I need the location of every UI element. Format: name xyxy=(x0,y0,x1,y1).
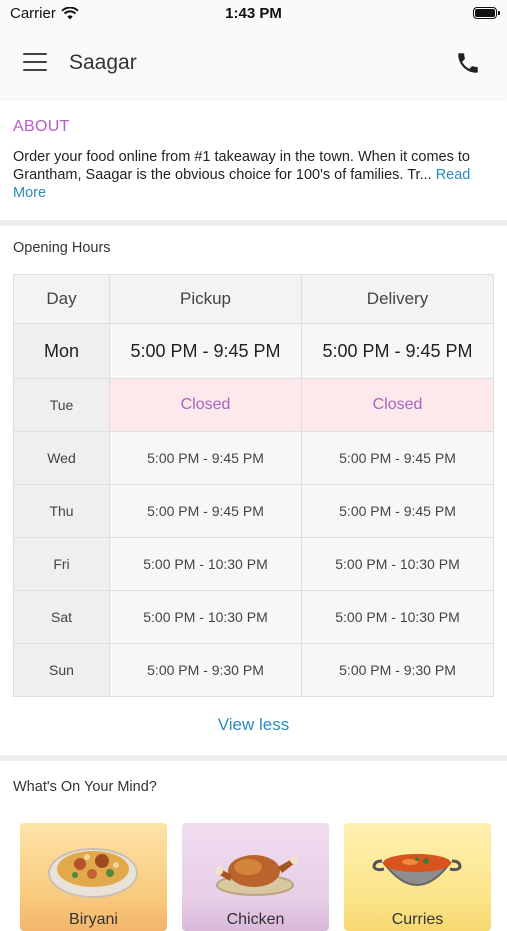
pickup-cell: 5:00 PM - 9:45 PM xyxy=(109,431,302,485)
about-description: Order your food online from #1 takeaway … xyxy=(13,148,494,202)
table-row: Thu 5:00 PM - 9:45 PM 5:00 PM - 9:45 PM xyxy=(13,484,494,538)
table-row: Tue Closed Closed xyxy=(13,378,494,432)
category-label: Curries xyxy=(391,911,444,928)
category-card-biryani[interactable]: Biryani xyxy=(20,823,167,931)
about-heading: ABOUT xyxy=(13,118,70,135)
hamburger-menu-icon[interactable] xyxy=(23,53,47,71)
curry-pot-icon xyxy=(372,854,462,886)
table-row: Sun 5:00 PM - 9:30 PM 5:00 PM - 9:30 PM xyxy=(13,643,494,697)
phone-icon[interactable] xyxy=(455,50,481,76)
table-row: Sat 5:00 PM - 10:30 PM 5:00 PM - 10:30 P… xyxy=(13,590,494,644)
delivery-cell: 5:00 PM - 9:45 PM xyxy=(301,484,494,538)
table-header-row: Day Pickup Delivery xyxy=(13,274,494,324)
pickup-cell: 5:00 PM - 9:30 PM xyxy=(109,643,302,697)
delivery-cell: 5:00 PM - 10:30 PM xyxy=(301,590,494,644)
whats-on-your-mind-section: What's On Your Mind? Biryani Chicken Cur… xyxy=(0,761,507,931)
day-cell: Wed xyxy=(13,431,110,485)
pickup-cell: 5:00 PM - 10:30 PM xyxy=(109,590,302,644)
category-card-chicken[interactable]: Chicken xyxy=(182,823,329,931)
app-header: Saagar xyxy=(0,28,507,98)
category-card-curries[interactable]: Curries xyxy=(344,823,491,931)
view-less-link[interactable]: View less xyxy=(13,697,494,755)
column-header-delivery: Delivery xyxy=(301,274,494,324)
status-bar: Carrier 1:43 PM xyxy=(0,0,507,28)
delivery-cell: 5:00 PM - 9:45 PM xyxy=(301,431,494,485)
delivery-cell: Closed xyxy=(301,378,494,432)
table-row: Wed 5:00 PM - 9:45 PM 5:00 PM - 9:45 PM xyxy=(13,431,494,485)
pickup-cell: 5:00 PM - 9:45 PM xyxy=(109,323,302,379)
column-header-day: Day xyxy=(13,274,110,324)
day-cell: Mon xyxy=(13,323,110,379)
about-text: Order your food online from #1 takeaway … xyxy=(13,149,470,183)
roast-chicken-icon xyxy=(215,855,298,896)
about-section: ABOUT Order your food online from #1 tak… xyxy=(0,98,507,226)
pickup-cell: 5:00 PM - 9:45 PM xyxy=(109,484,302,538)
restaurant-title: Saagar xyxy=(69,51,137,74)
category-cards: Biryani Chicken Curries xyxy=(13,823,494,931)
biryani-dish-icon xyxy=(48,848,138,898)
pickup-cell: 5:00 PM - 10:30 PM xyxy=(109,537,302,591)
day-cell: Tue xyxy=(13,378,110,432)
pickup-cell: Closed xyxy=(109,378,302,432)
column-header-pickup: Pickup xyxy=(109,274,302,324)
clock: 1:43 PM xyxy=(225,5,282,22)
opening-hours-table: Day Pickup Delivery Mon 5:00 PM - 9:45 P… xyxy=(13,274,494,697)
day-cell: Sun xyxy=(13,643,110,697)
day-cell: Thu xyxy=(13,484,110,538)
day-cell: Fri xyxy=(13,537,110,591)
table-row: Fri 5:00 PM - 10:30 PM 5:00 PM - 10:30 P… xyxy=(13,537,494,591)
day-cell: Sat xyxy=(13,590,110,644)
whats-on-your-mind-heading: What's On Your Mind? xyxy=(13,779,157,795)
category-label: Biryani xyxy=(69,911,118,928)
about-ellipsis: ... xyxy=(419,167,432,183)
delivery-cell: 5:00 PM - 9:30 PM xyxy=(301,643,494,697)
battery-icon xyxy=(473,7,500,19)
opening-hours-heading: Opening Hours xyxy=(13,240,111,256)
delivery-cell: 5:00 PM - 9:45 PM xyxy=(301,323,494,379)
delivery-cell: 5:00 PM - 10:30 PM xyxy=(301,537,494,591)
table-row: Mon 5:00 PM - 9:45 PM 5:00 PM - 9:45 PM xyxy=(13,323,494,379)
category-label: Chicken xyxy=(226,911,285,928)
opening-hours-section: Opening Hours Day Pickup Delivery Mon 5:… xyxy=(0,226,507,755)
